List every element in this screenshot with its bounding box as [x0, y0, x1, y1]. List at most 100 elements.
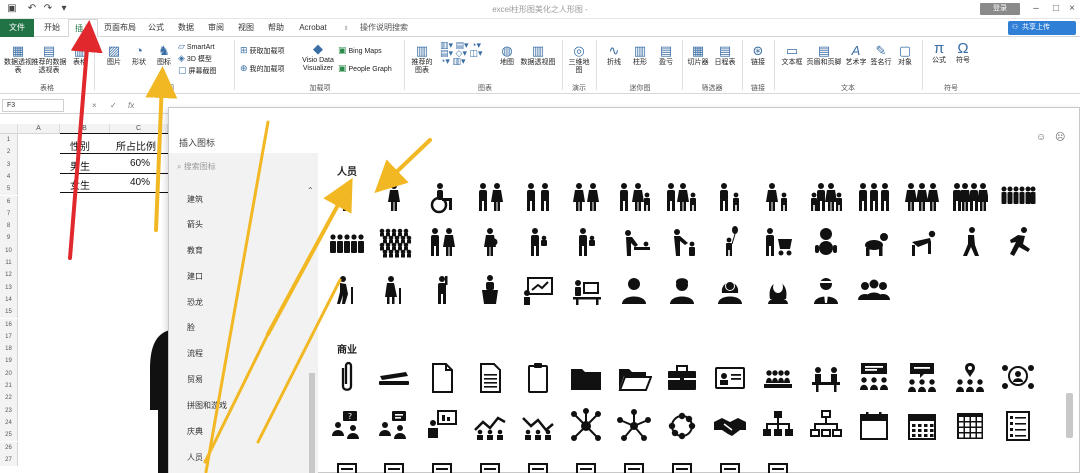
category-item[interactable]: 教育: [187, 245, 203, 256]
category-item[interactable]: 建口: [187, 271, 203, 282]
partial-icon[interactable]: [520, 460, 556, 473]
row-header[interactable]: 14: [0, 293, 18, 307]
tab-view[interactable]: 视图: [232, 19, 260, 37]
tab-review[interactable]: 审阅: [202, 19, 230, 37]
child-balloon-icon[interactable]: [712, 225, 748, 261]
share-button[interactable]: ⚇ 共享上传: [1008, 21, 1076, 35]
desk-meeting-icon[interactable]: [808, 360, 844, 396]
location-people-icon[interactable]: [952, 360, 988, 396]
meeting-icon[interactable]: [760, 360, 796, 396]
tab-acrobat[interactable]: Acrobat: [294, 19, 332, 37]
network-people-icon[interactable]: [1000, 360, 1036, 396]
three-men-icon[interactable]: [856, 180, 892, 216]
row-people-icon[interactable]: [329, 225, 365, 261]
confirm-entry-icon[interactable]: ✓: [110, 100, 117, 112]
row-header[interactable]: 22: [0, 392, 18, 405]
trend-people-icon[interactable]: [472, 408, 508, 444]
icon-grid-scrollbar[interactable]: [1066, 393, 1073, 438]
shapes-button[interactable]: ◔ 形状: [128, 43, 150, 67]
table-button[interactable]: ▥ 表格: [70, 43, 90, 67]
row-header[interactable]: 3: [0, 158, 18, 171]
insert-function-button[interactable]: fx: [128, 100, 134, 112]
feeding-child-icon[interactable]: [664, 225, 700, 261]
chart-types-icons[interactable]: ▥▾ ▤▾ ◔▾ ▤▾ ◇▾ ◫▾ ◔▾ ▥▾: [440, 41, 500, 66]
select-all-corner[interactable]: [0, 124, 18, 134]
column-header-a[interactable]: A: [18, 124, 60, 134]
header-footer-button[interactable]: ▤ 页眉和页脚: [806, 43, 842, 67]
hub-icon[interactable]: [616, 408, 652, 444]
long-hair-avatar-icon[interactable]: [760, 273, 796, 309]
row-header[interactable]: 8: [0, 220, 18, 233]
row-header[interactable]: 27: [0, 453, 18, 467]
woman-avatar-icon[interactable]: [712, 273, 748, 309]
open-folder-icon[interactable]: [616, 360, 652, 396]
row-header[interactable]: 18: [0, 343, 18, 356]
row-header[interactable]: 19: [0, 355, 18, 368]
carry-child-icon[interactable]: [520, 225, 556, 261]
man-woman-icon[interactable]: [472, 180, 508, 216]
row-header[interactable]: 25: [0, 429, 18, 442]
row-header[interactable]: 21: [0, 380, 18, 393]
category-item[interactable]: 拼图和游戏: [187, 400, 227, 411]
screenshot-button[interactable]: ▢ 屏幕截图: [178, 65, 217, 77]
family-icon[interactable]: [664, 180, 700, 216]
handshake-icon[interactable]: [712, 408, 748, 444]
customize-toolbar-icon[interactable]: ▾: [58, 3, 70, 15]
speech-group-icon[interactable]: [904, 360, 940, 396]
elderly-woman-icon[interactable]: [376, 273, 412, 309]
map-button[interactable]: ◍ 地图: [496, 43, 518, 67]
pregnant-icon[interactable]: [472, 225, 508, 261]
downtrend-people-icon[interactable]: [520, 408, 556, 444]
paperclip-icon[interactable]: [329, 360, 365, 396]
scrollbar-thumb[interactable]: [309, 373, 315, 473]
tab-home[interactable]: 开始: [38, 19, 66, 37]
group-avatar-icon[interactable]: [856, 273, 892, 309]
two-men-icon[interactable]: [520, 180, 556, 216]
partial-icon[interactable]: [664, 460, 700, 473]
row-header[interactable]: 15: [0, 306, 18, 319]
textbox-button[interactable]: ▭ 文本框: [778, 43, 806, 67]
timeline-button[interactable]: ▤ 日程表: [712, 43, 738, 67]
crawling-man-icon[interactable]: [904, 225, 940, 261]
bing-maps-button[interactable]: ▣ Bing Maps: [338, 45, 382, 57]
tab-insert[interactable]: 插入: [68, 19, 98, 38]
man-avatar-icon[interactable]: [664, 273, 700, 309]
row-header[interactable]: 11: [0, 257, 18, 270]
presentation-icon[interactable]: [424, 408, 460, 444]
recommended-pivot-button[interactable]: ▤ 推荐的数据透视表: [30, 43, 68, 75]
smartart-button[interactable]: ▱ SmartArt: [178, 41, 215, 53]
minimize-icon[interactable]: –: [1030, 3, 1042, 15]
calendar-icon[interactable]: [856, 408, 892, 444]
carry-baby-icon[interactable]: [568, 225, 604, 261]
presentation-group-icon[interactable]: [856, 360, 892, 396]
row-header[interactable]: 12: [0, 269, 18, 282]
crowd-icon[interactable]: [1000, 180, 1036, 216]
icon-search-input[interactable]: ⌕ 搜索图标: [177, 160, 309, 174]
text-document-icon[interactable]: [472, 360, 508, 396]
baby-icon[interactable]: [808, 225, 844, 261]
partial-icon[interactable]: [472, 460, 508, 473]
woman-icon[interactable]: [376, 180, 412, 216]
user-avatar-icon[interactable]: [616, 273, 652, 309]
family-group-icon[interactable]: [808, 180, 844, 216]
discussion-icon[interactable]: [376, 408, 412, 444]
object-button[interactable]: ▢ 对象: [894, 43, 916, 67]
briefcase-icon[interactable]: [664, 360, 700, 396]
elderly-cane-icon[interactable]: [329, 273, 365, 309]
wheelchair-icon[interactable]: [424, 180, 460, 216]
partial-icon[interactable]: [376, 460, 412, 473]
row-header[interactable]: 9: [0, 232, 18, 245]
my-addins-button[interactable]: ⊕ 我的加载项: [240, 63, 285, 75]
id-card-icon[interactable]: [712, 360, 748, 396]
podium-speaker-icon[interactable]: [472, 273, 508, 309]
name-box[interactable]: F3: [2, 99, 64, 112]
signature-line-button[interactable]: ✎ 签名行: [868, 43, 894, 67]
equation-button[interactable]: π 公式: [928, 41, 950, 65]
icons-button[interactable]: ♞ 图标: [154, 43, 174, 67]
cancel-entry-icon[interactable]: ×: [92, 100, 97, 112]
folder-icon[interactable]: [568, 360, 604, 396]
row-header[interactable]: 17: [0, 330, 18, 344]
stapler-icon[interactable]: [376, 360, 412, 396]
tell-me-search[interactable]: 操作说明搜索: [354, 19, 414, 37]
question-people-icon[interactable]: ?: [329, 408, 365, 444]
